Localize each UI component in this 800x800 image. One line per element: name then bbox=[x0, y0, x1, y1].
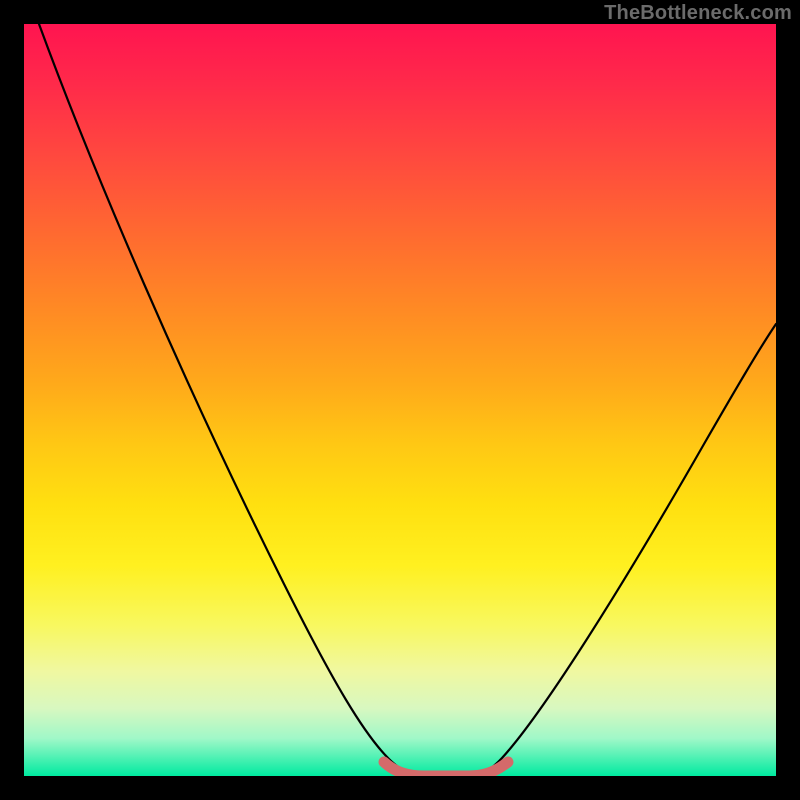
watermark-text: TheBottleneck.com bbox=[604, 2, 792, 25]
curve-layer bbox=[24, 24, 776, 776]
chart-frame: TheBottleneck.com bbox=[0, 0, 800, 800]
plot-area bbox=[24, 24, 776, 776]
optimal-range-highlight bbox=[384, 762, 508, 776]
bottleneck-curve-path bbox=[39, 24, 776, 776]
